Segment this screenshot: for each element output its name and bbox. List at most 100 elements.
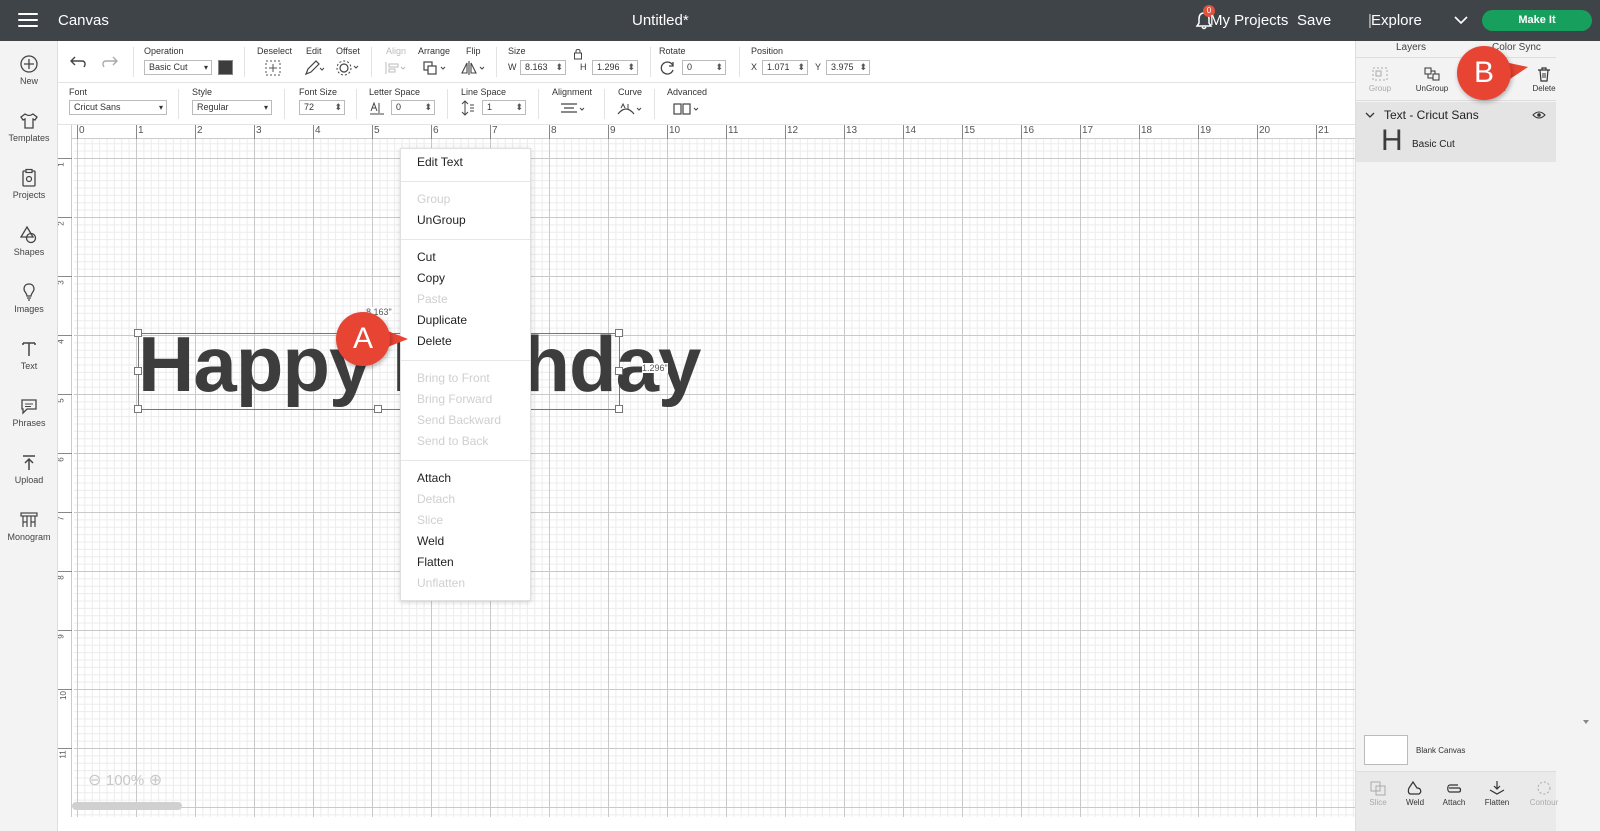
ruler-v-tick-label: 1 <box>58 162 66 166</box>
font-select[interactable]: Cricut Sans <box>69 100 167 115</box>
curve-text-icon[interactable] <box>616 102 644 116</box>
attach-button[interactable]: Attach <box>1432 772 1476 807</box>
ruler-h-tick <box>903 125 904 139</box>
ruler-h-tick <box>549 125 550 139</box>
blank-canvas-label: Blank Canvas <box>1416 746 1466 755</box>
callout-b: B <box>1457 46 1511 100</box>
deselect-icon[interactable] <box>264 59 282 77</box>
ruler-h-tick <box>1257 125 1258 139</box>
line-space-input[interactable]: 1 <box>482 100 526 115</box>
ruler-v-tick <box>58 512 72 513</box>
width-input[interactable]: 8.163 <box>520 60 566 75</box>
flatten-button[interactable]: Flatten <box>1475 772 1519 807</box>
paperclip-icon <box>1447 784 1462 793</box>
resize-handle[interactable] <box>615 405 623 413</box>
operation-label: Operation <box>144 46 184 56</box>
sidebar-item-monogram[interactable]: Monogram <box>0 506 58 556</box>
design-canvas[interactable]: 0123456789101112131415161718192021 12345… <box>58 125 1384 817</box>
hamburger-menu-icon[interactable] <box>18 13 38 28</box>
lock-icon[interactable] <box>573 48 583 60</box>
zoom-in-icon[interactable]: ⊕ <box>149 772 162 789</box>
shirt-icon <box>20 113 38 129</box>
group-button[interactable]: Group <box>1358 58 1402 93</box>
sidebar-item-templates[interactable]: Templates <box>0 107 58 157</box>
arrange-icon[interactable] <box>422 60 448 76</box>
explore-link[interactable]: Explore <box>1371 12 1422 29</box>
menu-item-attach[interactable]: Attach <box>417 471 451 485</box>
my-projects-link[interactable]: My Projects <box>1210 12 1288 29</box>
blank-canvas-swatch[interactable] <box>1364 735 1408 765</box>
toolbar-divider <box>133 47 134 77</box>
ruler-h-tick <box>1316 125 1317 139</box>
redo-icon[interactable] <box>100 55 118 69</box>
sidebar-item-upload[interactable]: Upload <box>0 449 58 499</box>
height-input[interactable]: 1.296 <box>592 60 638 75</box>
menu-item-delete[interactable]: Delete <box>417 334 452 348</box>
x-position-input[interactable]: 1.071 <box>762 60 808 75</box>
zoom-out-icon[interactable]: ⊖ <box>88 772 101 789</box>
menu-item-duplicate[interactable]: Duplicate <box>417 313 467 327</box>
color-swatch[interactable] <box>218 60 233 75</box>
rotate-input[interactable]: 0 <box>682 60 726 75</box>
advanced-icon[interactable] <box>672 102 702 116</box>
line-space-label: Line Space <box>461 87 507 97</box>
align-icon[interactable] <box>384 60 408 76</box>
rotate-icon[interactable] <box>660 60 676 76</box>
eye-icon[interactable] <box>1532 110 1546 120</box>
scrollbar-thumb[interactable] <box>72 802 182 810</box>
flip-icon[interactable] <box>461 60 487 76</box>
menu-item-copy[interactable]: Copy <box>417 271 445 285</box>
menu-item-weld[interactable]: Weld <box>417 534 444 548</box>
undo-icon[interactable] <box>70 55 88 69</box>
ungroup-button[interactable]: UnGroup <box>1410 58 1454 93</box>
menu-item-cut[interactable]: Cut <box>417 250 436 264</box>
menu-item-flatten[interactable]: Flatten <box>417 555 454 569</box>
ruler-h-tick <box>372 125 373 139</box>
horizontal-scrollbar[interactable] <box>68 802 1338 812</box>
menu-item-edit-text[interactable]: Edit Text <box>417 155 463 169</box>
sidebar-item-phrases[interactable]: Phrases <box>0 392 58 442</box>
ruler-v-tick <box>58 158 72 159</box>
sidebar-item-new[interactable]: New <box>0 50 58 100</box>
toolbar-divider <box>244 47 245 77</box>
ruler-h-tick <box>1198 125 1199 139</box>
resize-handle[interactable] <box>134 367 142 375</box>
group-label: Group <box>1368 84 1392 93</box>
menu-item-detach: Detach <box>417 492 456 506</box>
document-title[interactable]: Untitled* <box>632 12 689 29</box>
scroll-down-arrow-icon[interactable] <box>1582 719 1590 725</box>
chevron-down-icon[interactable] <box>1454 15 1468 25</box>
ruler-v-tick-label: 6 <box>58 457 66 461</box>
make-it-button[interactable]: Make It <box>1482 10 1592 31</box>
pen-edit-icon[interactable] <box>303 59 325 77</box>
toolbar-divider <box>496 47 497 77</box>
tab-layers[interactable]: Layers <box>1396 42 1426 53</box>
weld-button[interactable]: Weld <box>1393 772 1437 807</box>
contour-button[interactable]: Contour <box>1522 772 1566 807</box>
sidebar-item-projects[interactable]: Projects <box>0 164 58 214</box>
canvas-grid[interactable] <box>74 139 1384 817</box>
letter-space-input[interactable]: 0 <box>391 100 435 115</box>
resize-handle[interactable] <box>615 367 623 375</box>
y-position-input[interactable]: 3.975 <box>826 60 870 75</box>
resize-handle[interactable] <box>134 405 142 413</box>
resize-handle[interactable] <box>615 329 623 337</box>
save-link[interactable]: Save <box>1297 12 1331 29</box>
offset-icon[interactable] <box>336 59 360 77</box>
sidebar-item-images[interactable]: Images <box>0 278 58 328</box>
menu-item-ungroup[interactable]: UnGroup <box>417 213 466 227</box>
style-select[interactable]: Regular <box>192 100 272 115</box>
ruler-v-tick <box>58 571 72 572</box>
zoom-control[interactable]: ⊖ 100% ⊕ <box>88 770 162 790</box>
font-size-input[interactable]: 72 <box>299 100 345 115</box>
resize-handle[interactable] <box>374 405 382 413</box>
sidebar-item-shapes[interactable]: Shapes <box>0 221 58 271</box>
ruler-h-tick-label: 8 <box>551 125 557 136</box>
menu-item-bring-to-front: Bring to Front <box>417 371 490 385</box>
chevron-down-icon[interactable] <box>1365 111 1375 119</box>
text-align-icon[interactable] <box>560 102 586 116</box>
sidebar-item-text[interactable]: Text <box>0 335 58 385</box>
resize-handle[interactable] <box>134 329 142 337</box>
layer-group-text[interactable]: Text - Cricut Sans H Basic Cut <box>1356 102 1556 162</box>
operation-select[interactable]: Basic Cut <box>144 60 212 75</box>
